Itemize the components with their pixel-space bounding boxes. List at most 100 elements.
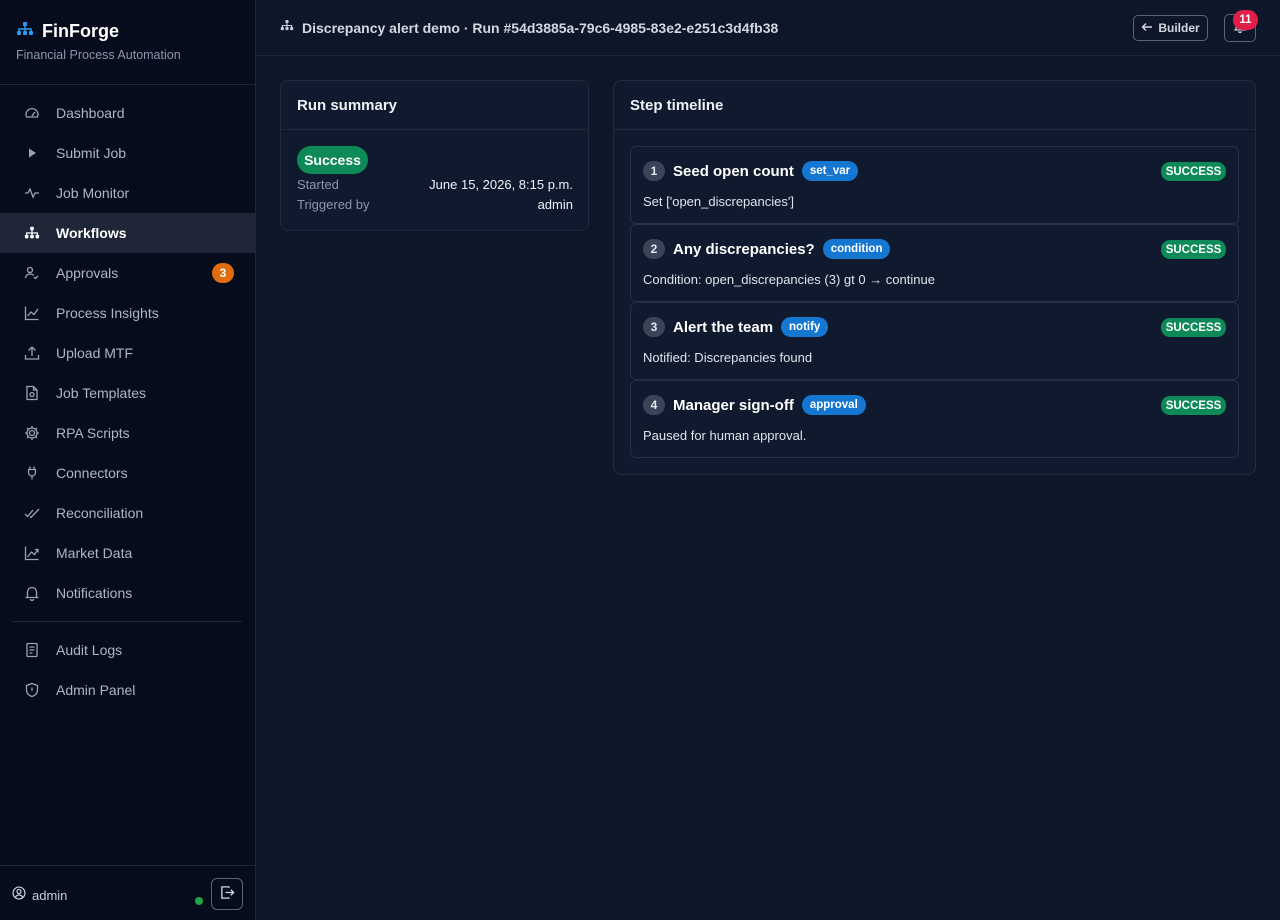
nav-divider (12, 621, 242, 622)
approvals-count-badge: 3 (212, 263, 234, 283)
nav-label: Notifications (56, 585, 133, 601)
nav-item-admin-panel[interactable]: Admin Panel (0, 670, 255, 710)
logout-icon (220, 885, 235, 903)
step-title: Manager sign-off (673, 396, 794, 414)
gear-icon (24, 425, 40, 441)
timeline-step[interactable]: 3 Alert the team notify SUCCESS Notified… (630, 302, 1239, 380)
nav-item-connectors[interactable]: Connectors (0, 453, 255, 493)
step-status-badge: SUCCESS (1161, 396, 1226, 415)
chart-line-icon (24, 305, 40, 321)
nav-label: Connectors (56, 465, 128, 481)
user-circle-icon (12, 886, 26, 905)
sitemap-icon (24, 225, 40, 241)
nav-label: Workflows (56, 225, 127, 241)
nav-label: Submit Job (56, 145, 127, 161)
run-summary-card: Run summary Success Started June 15, 202… (280, 80, 589, 231)
card-title: Run summary (297, 96, 398, 114)
step-status-badge: SUCCESS (1161, 240, 1226, 259)
step-detail: Set ['open_discrepancies'] (643, 194, 794, 209)
step-status-badge: SUCCESS (1161, 318, 1226, 337)
step-timeline-card: Step timeline 1 Seed open count set_var … (613, 80, 1256, 475)
step-title: Alert the team (673, 318, 774, 336)
username: admin (32, 888, 68, 903)
play-icon (24, 145, 40, 161)
builder-label: Builder (1158, 21, 1200, 35)
bell-icon (24, 585, 40, 601)
triggered-value: admin (537, 197, 573, 212)
divider (0, 84, 255, 85)
card-header: Step timeline (614, 81, 1255, 130)
nav-item-job-monitor[interactable]: Job Monitor (0, 173, 255, 213)
timeline-step[interactable]: 1 Seed open count set_var SUCCESS Set ['… (630, 146, 1239, 224)
step-type-badge: approval (801, 395, 866, 415)
nav-item-job-templates[interactable]: Job Templates (0, 373, 255, 413)
nav-item-rpa-scripts[interactable]: RPA Scripts (0, 413, 255, 453)
nav-label: Process Insights (56, 305, 159, 321)
nav-item-audit-logs[interactable]: Audit Logs (0, 630, 255, 670)
nav-label: Admin Panel (56, 682, 136, 698)
check-double-icon (24, 505, 40, 521)
nav-label: Market Data (56, 545, 133, 561)
step-number: 1 (643, 161, 665, 181)
nav-label: Approvals (56, 265, 119, 281)
step-type-badge: notify (781, 317, 829, 337)
brand: FinForge Financial Process Automation (16, 20, 246, 63)
started-row: Started June 15, 2026, 8:15 p.m. (297, 177, 573, 192)
timeline-step[interactable]: 4 Manager sign-off approval SUCCESS Paus… (630, 380, 1239, 458)
nav-label: RPA Scripts (56, 425, 130, 441)
brand-name[interactable]: FinForge (42, 21, 119, 42)
sitemap-icon (16, 21, 34, 42)
current-user[interactable]: admin (12, 886, 67, 905)
step-title: Seed open count (673, 162, 794, 180)
nav-label: Reconciliation (56, 505, 144, 521)
notification-count-badge: 11 (1233, 10, 1258, 30)
logout-button[interactable] (211, 878, 243, 910)
topbar: Discrepancy alert demo · Run #54d3885a-7… (256, 0, 1280, 56)
nav-item-approvals[interactable]: Approvals 3 (0, 253, 255, 293)
plug-icon (24, 465, 40, 481)
sitemap-icon (280, 19, 294, 37)
step-number: 2 (643, 239, 665, 259)
card-header: Run summary (281, 81, 588, 130)
nav-label: Audit Logs (56, 642, 123, 658)
started-value: June 15, 2026, 8:15 p.m. (429, 177, 573, 192)
step-number: 3 (643, 317, 665, 337)
triggered-label: Triggered by (297, 197, 370, 212)
nav-item-reconciliation[interactable]: Reconciliation (0, 493, 255, 533)
nav-item-process-insights[interactable]: Process Insights (0, 293, 255, 333)
page-title: Discrepancy alert demo · Run #54d3885a-7… (280, 19, 778, 37)
file-template-icon (24, 385, 40, 401)
sidebar-footer: admin (0, 865, 255, 920)
nav-item-workflows[interactable]: Workflows (0, 213, 255, 253)
run-status-badge: Success (297, 146, 368, 174)
card-title: Step timeline (630, 96, 724, 114)
nav-item-upload-mtf[interactable]: Upload MTF (0, 333, 255, 373)
gauge-icon (24, 105, 40, 121)
activity-icon (24, 185, 40, 201)
timeline-step[interactable]: 2 Any discrepancies? condition SUCCESS C… (630, 224, 1239, 302)
nav-label: Dashboard (56, 105, 125, 121)
back-to-builder-button[interactable]: Builder (1133, 15, 1208, 41)
shield-icon (24, 682, 40, 698)
triggered-row: Triggered by admin (297, 197, 573, 212)
page-title-text: Discrepancy alert demo · Run #54d3885a-7… (302, 20, 779, 36)
step-type-badge: set_var (801, 161, 859, 181)
brand-subtitle: Financial Process Automation (16, 48, 181, 62)
online-status-dot (195, 897, 203, 905)
main-nav: Dashboard Submit Job Job Monitor Workflo… (0, 93, 255, 710)
nav-item-notifications[interactable]: Notifications (0, 573, 255, 613)
step-type-badge: condition (822, 239, 891, 259)
person-check-icon (24, 265, 40, 281)
step-status-badge: SUCCESS (1161, 162, 1226, 181)
nav-label: Job Templates (56, 385, 147, 401)
graph-up-icon (24, 545, 40, 561)
nav-label: Job Monitor (56, 185, 130, 201)
step-title: Any discrepancies? (673, 240, 815, 258)
nav-label: Upload MTF (56, 345, 134, 361)
step-detail: Condition: open_discrepancies (3) gt 0 →… (643, 272, 935, 287)
nav-item-dashboard[interactable]: Dashboard (0, 93, 255, 133)
upload-icon (24, 345, 40, 361)
started-label: Started (297, 177, 339, 192)
nav-item-submit-job[interactable]: Submit Job (0, 133, 255, 173)
nav-item-market-data[interactable]: Market Data (0, 533, 255, 573)
